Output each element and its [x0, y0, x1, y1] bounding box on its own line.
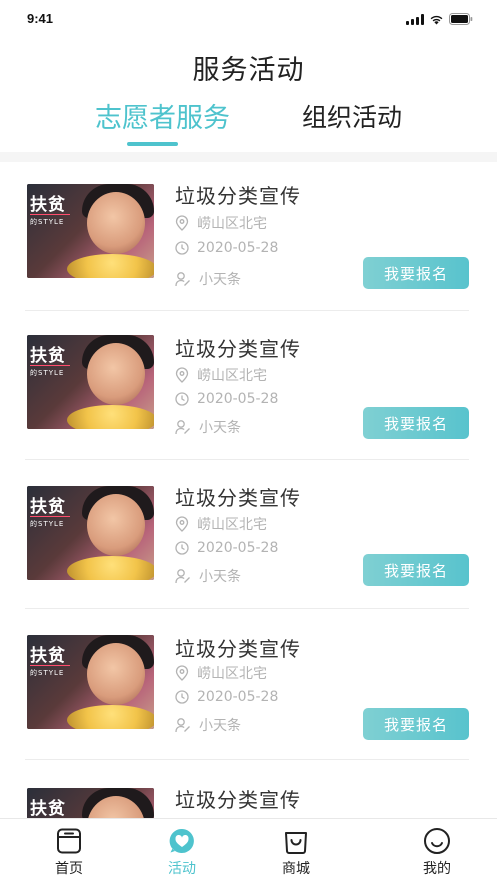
- activity-thumbnail: 扶贫 的STYLE: [27, 184, 154, 278]
- activity-list[interactable]: 扶贫 的STYLE 垃圾分类宣传 崂山区北宅 2020-05-28 小天条 我要…: [0, 162, 497, 818]
- activity-card[interactable]: 扶贫 的STYLE 垃圾分类宣传 崂山区北宅 2020-05-28 小天条 我要…: [25, 162, 469, 311]
- tabbar-label-home: 首页: [55, 861, 83, 877]
- activity-location: 崂山区北宅: [175, 213, 267, 233]
- organizer-text: 小天条: [199, 272, 241, 288]
- activity-title: 垃圾分类宣传: [175, 337, 301, 361]
- segment-tabs: 志愿者服务 组织活动: [0, 96, 497, 152]
- section-divider: [0, 152, 497, 162]
- activity-date: 2020-05-28: [175, 391, 278, 407]
- user-edit-icon: [175, 272, 190, 287]
- active-tab-indicator: [127, 142, 178, 146]
- tabbar-label-activities: 活动: [168, 861, 196, 877]
- status-icons: [406, 13, 473, 25]
- clock-icon: [175, 541, 189, 555]
- location-pin-icon: [175, 665, 189, 681]
- wifi-icon: [430, 15, 443, 24]
- thumbnail-logo-sub: 的STYLE: [30, 669, 65, 677]
- activity-date: 2020-05-28: [175, 240, 278, 256]
- activity-card[interactable]: 扶贫 的STYLE 垃圾分类宣传 崂山区北宅 2020-05-28 小天条 我要…: [25, 311, 469, 460]
- activity-organizer: 小天条: [175, 269, 241, 289]
- user-edit-icon: [175, 569, 190, 584]
- date-text: 2020-05-28: [197, 391, 279, 407]
- thumbnail-logo-text: 扶贫: [30, 195, 66, 215]
- location-pin-icon: [175, 516, 189, 532]
- location-pin-icon: [175, 367, 189, 383]
- status-bar: 9:41: [0, 0, 497, 38]
- activity-title: 垃圾分类宣传: [175, 637, 301, 661]
- activity-thumbnail: 扶贫 的STYLE: [27, 486, 154, 580]
- clock-icon: [175, 690, 189, 704]
- date-text: 2020-05-28: [197, 689, 279, 705]
- activity-card[interactable]: 扶贫 的STYLE 垃圾分类宣传: [25, 760, 469, 818]
- activity-card[interactable]: 扶贫 的STYLE 垃圾分类宣传 崂山区北宅 2020-05-28 小天条 我要…: [25, 460, 469, 609]
- thumbnail-logo-sub: 的STYLE: [30, 218, 65, 226]
- signup-button[interactable]: 我要报名: [363, 407, 469, 439]
- tabbar-item-mall[interactable]: 商城: [256, 827, 336, 878]
- date-text: 2020-05-28: [197, 540, 279, 556]
- activity-organizer: 小天条: [175, 715, 241, 735]
- activity-date: 2020-05-28: [175, 689, 278, 705]
- tabbar-item-activities[interactable]: 活动: [142, 827, 222, 878]
- tab-volunteer-service[interactable]: 志愿者服务: [95, 96, 230, 135]
- activity-thumbnail: 扶贫 的STYLE: [27, 788, 154, 818]
- activity-date: 2020-05-28: [175, 540, 278, 556]
- tabbar-item-profile[interactable]: 我的: [397, 827, 477, 878]
- clock-icon: [175, 241, 189, 255]
- activity-title: 垃圾分类宣传: [175, 486, 301, 510]
- location-text: 崂山区北宅: [197, 368, 267, 384]
- activity-location: 崂山区北宅: [175, 514, 267, 534]
- thumbnail-logo-sub: 的STYLE: [30, 520, 65, 528]
- organizer-text: 小天条: [199, 569, 241, 585]
- thumbnail-logo-text: 扶贫: [30, 497, 66, 517]
- heart-chat-icon: [169, 828, 194, 853]
- location-pin-icon: [175, 215, 189, 231]
- date-text: 2020-05-28: [197, 240, 279, 256]
- clock-icon: [175, 392, 189, 406]
- tabbar-label-profile: 我的: [423, 861, 451, 877]
- location-text: 崂山区北宅: [197, 517, 267, 533]
- status-time: 9:41: [27, 11, 54, 26]
- tabbar-label-mall: 商城: [282, 861, 310, 877]
- organizer-text: 小天条: [199, 718, 241, 734]
- home-icon: [57, 828, 81, 854]
- signup-button[interactable]: 我要报名: [363, 708, 469, 740]
- activity-organizer: 小天条: [175, 417, 241, 437]
- signup-button[interactable]: 我要报名: [363, 257, 469, 289]
- bottom-tab-bar: 首页 活动 商城 我的: [0, 818, 497, 883]
- thumbnail-logo-text: 扶贫: [30, 346, 66, 366]
- activity-location: 崂山区北宅: [175, 365, 267, 385]
- page-title: 服务活动: [192, 55, 305, 86]
- activity-title: 垃圾分类宣传: [175, 788, 301, 812]
- shopping-bag-icon: [285, 832, 307, 854]
- location-text: 崂山区北宅: [197, 666, 267, 682]
- thumbnail-logo-text: 扶贫: [30, 799, 66, 818]
- activity-organizer: 小天条: [175, 566, 241, 586]
- tab-organization-activities[interactable]: 组织活动: [302, 98, 402, 134]
- signal-icon: [406, 13, 424, 25]
- location-text: 崂山区北宅: [197, 216, 267, 232]
- activity-title: 垃圾分类宣传: [175, 184, 301, 208]
- user-edit-icon: [175, 420, 190, 435]
- activity-location: 崂山区北宅: [175, 663, 267, 683]
- thumbnail-logo-text: 扶贫: [30, 646, 66, 666]
- activity-card[interactable]: 扶贫 的STYLE 垃圾分类宣传 崂山区北宅 2020-05-28 小天条 我要…: [25, 609, 469, 760]
- thumbnail-logo-sub: 的STYLE: [30, 369, 65, 377]
- smiley-icon: [424, 828, 450, 854]
- organizer-text: 小天条: [199, 420, 241, 436]
- battery-icon: [449, 13, 473, 25]
- tabbar-item-home[interactable]: 首页: [29, 827, 109, 878]
- signup-button[interactable]: 我要报名: [363, 554, 469, 586]
- activity-thumbnail: 扶贫 的STYLE: [27, 335, 154, 429]
- activity-thumbnail: 扶贫 的STYLE: [27, 635, 154, 729]
- user-edit-icon: [175, 718, 190, 733]
